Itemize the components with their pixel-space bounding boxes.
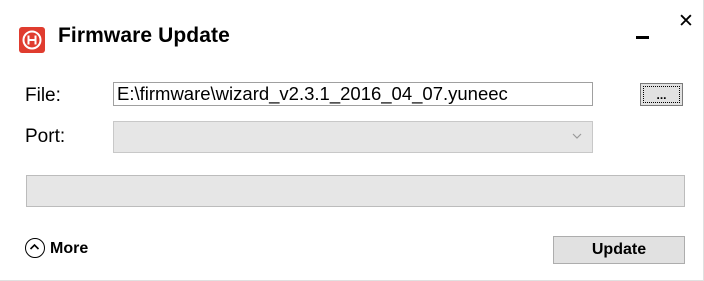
file-label: File: [25,85,61,106]
browse-button-label: ... [643,86,680,103]
window-title: Firmware Update [58,24,230,47]
minimize-icon [636,36,649,39]
firmware-update-window: Firmware Update ✕ File: E:\firmware\wiza… [0,0,704,281]
browse-button[interactable]: ... [640,83,683,106]
close-button[interactable]: ✕ [678,11,694,32]
update-button[interactable]: Update [553,236,685,264]
close-icon: ✕ [678,11,694,32]
port-dropdown[interactable] [113,121,593,153]
progress-bar [26,175,685,207]
minimize-button[interactable] [636,29,652,45]
port-label: Port: [25,126,66,147]
file-path-field[interactable]: E:\firmware\wizard_v2.3.1_2016_04_07.yun… [113,82,593,106]
more-label: More [50,240,89,257]
chevron-down-icon [572,129,582,143]
chevron-up-circle-icon [25,238,45,258]
yuneec-logo-icon [19,27,45,53]
